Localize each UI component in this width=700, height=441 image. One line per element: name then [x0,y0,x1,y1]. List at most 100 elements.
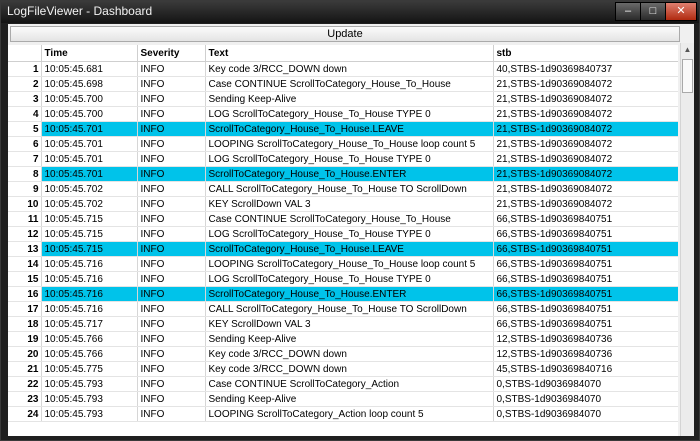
severity-cell: INFO [137,301,206,317]
time-cell: 10:05:45.717 [41,316,138,332]
vertical-scrollbar[interactable]: ▲ [680,43,694,436]
time-column-header[interactable]: Time [41,45,138,62]
row-number-cell: 18 [8,316,42,332]
time-cell: 10:05:45.701 [41,121,138,137]
time-cell: 10:05:45.700 [41,106,138,122]
table-row[interactable]: 19 10:05:45.766 INFO Sending Keep-Alive 12,S… [8,331,678,347]
severity-cell: INFO [137,211,206,227]
time-cell: 10:05:45.715 [41,211,138,227]
table-row[interactable]: 8 10:05:45.701 INFO ScrollToCategory_House_… [8,166,678,182]
severity-cell: INFO [137,391,206,407]
minimize-button[interactable]: – [615,2,641,21]
row-number-cell: 10 [8,196,42,212]
table-row[interactable]: 13 10:05:45.715 INFO ScrollToCategory_House… [8,241,678,257]
stb-cell: 66,STBS-1d90369840751 [493,211,678,227]
text-cell: ScrollToCategory_House_To_House.ENTER [205,286,494,302]
scroll-thumb[interactable] [682,59,693,93]
row-number-cell: 21 [8,361,42,377]
maximize-button[interactable]: □ [640,2,666,21]
table-row[interactable]: 11 10:05:45.715 INFO Case CONTINUE ScrollTo… [8,211,678,227]
severity-cell: INFO [137,196,206,212]
table-row[interactable]: 10 10:05:45.702 INFO KEY ScrollDown VAL 3 21… [8,196,678,212]
table-row[interactable]: 21 10:05:45.775 INFO Key code 3/RCC_DOWN do… [8,361,678,377]
time-cell: 10:05:45.775 [41,361,138,377]
header-row: Time Severity Text stb [8,45,678,62]
stb-cell: 21,STBS-1d90369084072 [493,196,678,212]
severity-cell: INFO [137,226,206,242]
table-row[interactable]: 23 10:05:45.793 INFO Sending Keep-Alive 0,ST… [8,391,678,407]
stb-cell: 66,STBS-1d90369840751 [493,271,678,287]
log-table: Time Severity Text stb 1 10:05:45.681 INFO… [8,45,678,422]
severity-cell: INFO [137,76,206,92]
stb-cell: 12,STBS-1d90369840736 [493,331,678,347]
table-row[interactable]: 18 10:05:45.717 INFO KEY ScrollDown VAL 3 66… [8,316,678,332]
text-cell: CALL ScrollToCategory_House_To_House TO … [205,181,494,197]
severity-cell: INFO [137,406,206,422]
text-cell: LOG ScrollToCategory_House_To_House TYPE… [205,151,494,167]
row-number-cell: 13 [8,241,42,257]
severity-cell: INFO [137,181,206,197]
time-cell: 10:05:45.766 [41,346,138,362]
severity-column-header[interactable]: Severity [137,45,206,62]
table-row[interactable]: 12 10:05:45.715 INFO LOG ScrollToCategory_H… [8,226,678,242]
time-cell: 10:05:45.715 [41,226,138,242]
row-number-cell: 23 [8,391,42,407]
row-number-cell: 17 [8,301,42,317]
row-number-cell: 15 [8,271,42,287]
severity-cell: INFO [137,121,206,137]
stb-cell: 0,STBS-1d9036984070 [493,391,678,407]
text-cell: LOOPING ScrollToCategory_House_To_House … [205,256,494,272]
log-grid: Time Severity Text stb 1 10:05:45.681 INFO… [8,45,678,436]
table-row[interactable]: 4 10:05:45.700 INFO LOG ScrollToCategory_Ho… [8,106,678,122]
table-row[interactable]: 24 10:05:45.793 INFO LOOPING ScrollToCatego… [8,406,678,422]
text-cell: ScrollToCategory_House_To_House.LEAVE [205,121,494,137]
text-cell: Case CONTINUE ScrollToCategory_Action [205,376,494,392]
severity-cell: INFO [137,136,206,152]
severity-cell: INFO [137,166,206,182]
stb-cell: 66,STBS-1d90369840751 [493,286,678,302]
table-row[interactable]: 1 10:05:45.681 INFO Key code 3/RCC_DOWN dow… [8,61,678,77]
time-cell: 10:05:45.702 [41,181,138,197]
stb-cell: 66,STBS-1d90369840751 [493,316,678,332]
row-number-cell: 12 [8,226,42,242]
table-row[interactable]: 20 10:05:45.766 INFO Key code 3/RCC_DOWN do… [8,346,678,362]
time-cell: 10:05:45.716 [41,256,138,272]
stb-cell: 21,STBS-1d90369084072 [493,121,678,137]
table-row[interactable]: 16 10:05:45.716 INFO ScrollToCategory_House… [8,286,678,302]
table-row[interactable]: 14 10:05:45.716 INFO LOOPING ScrollToCatego… [8,256,678,272]
app-window: LogFileViewer - Dashboard – □ ✕ Update T… [0,0,700,441]
row-number-cell: 6 [8,136,42,152]
row-number-cell: 4 [8,106,42,122]
title-bar[interactable]: LogFileViewer - Dashboard – □ ✕ [1,1,699,23]
severity-cell: INFO [137,91,206,107]
table-row[interactable]: 17 10:05:45.716 INFO CALL ScrollToCategory_… [8,301,678,317]
severity-cell: INFO [137,151,206,167]
row-number-header[interactable] [8,45,42,62]
time-cell: 10:05:45.716 [41,301,138,317]
time-cell: 10:05:45.698 [41,76,138,92]
text-cell: KEY ScrollDown VAL 3 [205,316,494,332]
time-cell: 10:05:45.766 [41,331,138,347]
table-row[interactable]: 9 10:05:45.702 INFO CALL ScrollToCategory_H… [8,181,678,197]
text-cell: LOOPING ScrollToCategory_Action loop cou… [205,406,494,422]
table-row[interactable]: 6 10:05:45.701 INFO LOOPING ScrollToCategor… [8,136,678,152]
table-row[interactable]: 3 10:05:45.700 INFO Sending Keep-Alive 21,ST… [8,91,678,107]
time-cell: 10:05:45.715 [41,241,138,257]
table-row[interactable]: 5 10:05:45.701 INFO ScrollToCategory_House_… [8,121,678,137]
update-button[interactable]: Update [10,26,680,42]
row-number-cell: 24 [8,406,42,422]
scroll-up-icon[interactable]: ▲ [681,43,694,57]
close-button[interactable]: ✕ [665,2,697,21]
severity-cell: INFO [137,61,206,77]
time-cell: 10:05:45.681 [41,61,138,77]
severity-cell: INFO [137,286,206,302]
text-cell: Key code 3/RCC_DOWN down [205,361,494,377]
table-row[interactable]: 22 10:05:45.793 INFO Case CONTINUE ScrollTo… [8,376,678,392]
stb-column-header[interactable]: stb [493,45,678,62]
table-row[interactable]: 2 10:05:45.698 INFO Case CONTINUE ScrollToC… [8,76,678,92]
table-row[interactable]: 15 10:05:45.716 INFO LOG ScrollToCategory_H… [8,271,678,287]
stb-cell: 21,STBS-1d90369084072 [493,106,678,122]
time-cell: 10:05:45.700 [41,91,138,107]
text-column-header[interactable]: Text [205,45,494,62]
table-row[interactable]: 7 10:05:45.701 INFO LOG ScrollToCategory_Ho… [8,151,678,167]
